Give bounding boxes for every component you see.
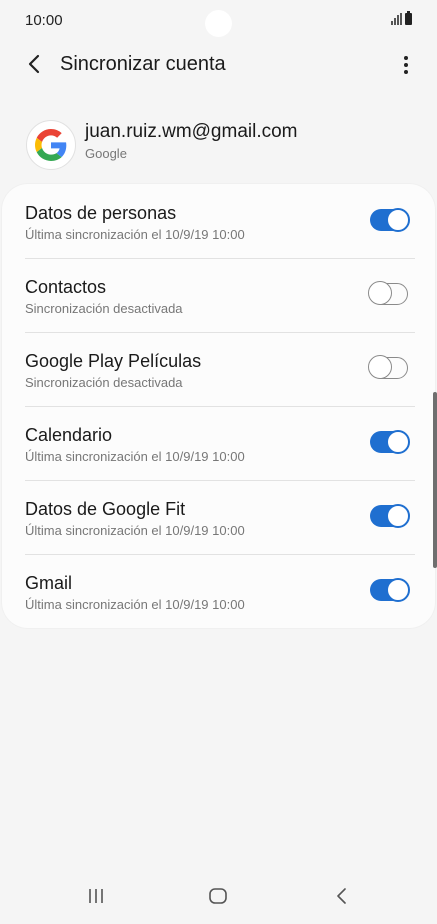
sync-toggle[interactable] (370, 504, 410, 528)
sync-item-title: Datos de personas (25, 203, 177, 223)
sync-toggle[interactable] (368, 355, 408, 379)
sync-item-datos-de-personas[interactable]: Datos de personas Última sincronización … (2, 184, 435, 258)
sync-toggle[interactable] (370, 430, 410, 454)
recent-apps-button[interactable] (78, 882, 114, 910)
home-button[interactable] (200, 882, 236, 910)
sync-item-status: Última sincronización el 10/9/19 10:00 (25, 597, 245, 612)
sync-item-title: Datos de Google Fit (25, 499, 186, 519)
account-type: Google (85, 146, 127, 161)
sync-item-status: Sincronización desactivada (25, 375, 183, 390)
account-header: juan.ruiz.wm@gmail.com Google (0, 118, 437, 170)
app-bar: Sincronizar cuenta (0, 44, 437, 86)
navigation-bar (0, 872, 437, 924)
status-bar: 10:00 (0, 0, 437, 44)
nav-back-button[interactable] (324, 882, 360, 910)
front-camera (205, 10, 232, 37)
scrollbar[interactable] (433, 392, 437, 568)
battery-icon (405, 11, 412, 25)
sync-toggle[interactable] (370, 578, 410, 602)
sync-item-title: Gmail (25, 573, 73, 593)
sync-item-status: Última sincronización el 10/9/19 10:00 (25, 523, 245, 538)
sync-item-contactos[interactable]: Contactos Sincronización desactivada (2, 258, 435, 332)
chevron-left-icon (28, 54, 40, 74)
sync-item-title: Google Play Películas (25, 351, 202, 371)
more-options-button[interactable] (397, 50, 415, 80)
sync-item-title: Contactos (25, 277, 107, 297)
recent-apps-icon (89, 889, 103, 903)
google-logo-icon (26, 120, 76, 170)
sync-item-datos-de-google-fit[interactable]: Datos de Google Fit Última sincronizació… (2, 480, 435, 554)
sync-item-title: Calendario (25, 425, 113, 445)
back-button[interactable] (20, 50, 48, 78)
back-icon (337, 888, 346, 904)
sync-item-status: Última sincronización el 10/9/19 10:00 (25, 227, 245, 242)
account-email: juan.ruiz.wm@gmail.com (85, 121, 298, 142)
page-title: Sincronizar cuenta (60, 53, 226, 75)
sync-item-status: Última sincronización el 10/9/19 10:00 (25, 449, 245, 464)
sync-item-status: Sincronización desactivada (25, 301, 183, 316)
sync-item-google-play-peliculas[interactable]: Google Play Películas Sincronización des… (2, 332, 435, 406)
more-vertical-icon (404, 56, 408, 60)
sync-list: Datos de personas Última sincronización … (2, 184, 435, 628)
home-icon (209, 888, 227, 904)
sync-toggle[interactable] (368, 281, 408, 305)
sync-item-calendario[interactable]: Calendario Última sincronización el 10/9… (2, 406, 435, 480)
sync-item-gmail[interactable]: Gmail Última sincronización el 10/9/19 1… (2, 554, 435, 628)
status-time: 10:00 (25, 12, 63, 29)
status-icons (391, 11, 412, 25)
signal-icon (391, 13, 402, 25)
sync-toggle[interactable] (370, 208, 410, 232)
